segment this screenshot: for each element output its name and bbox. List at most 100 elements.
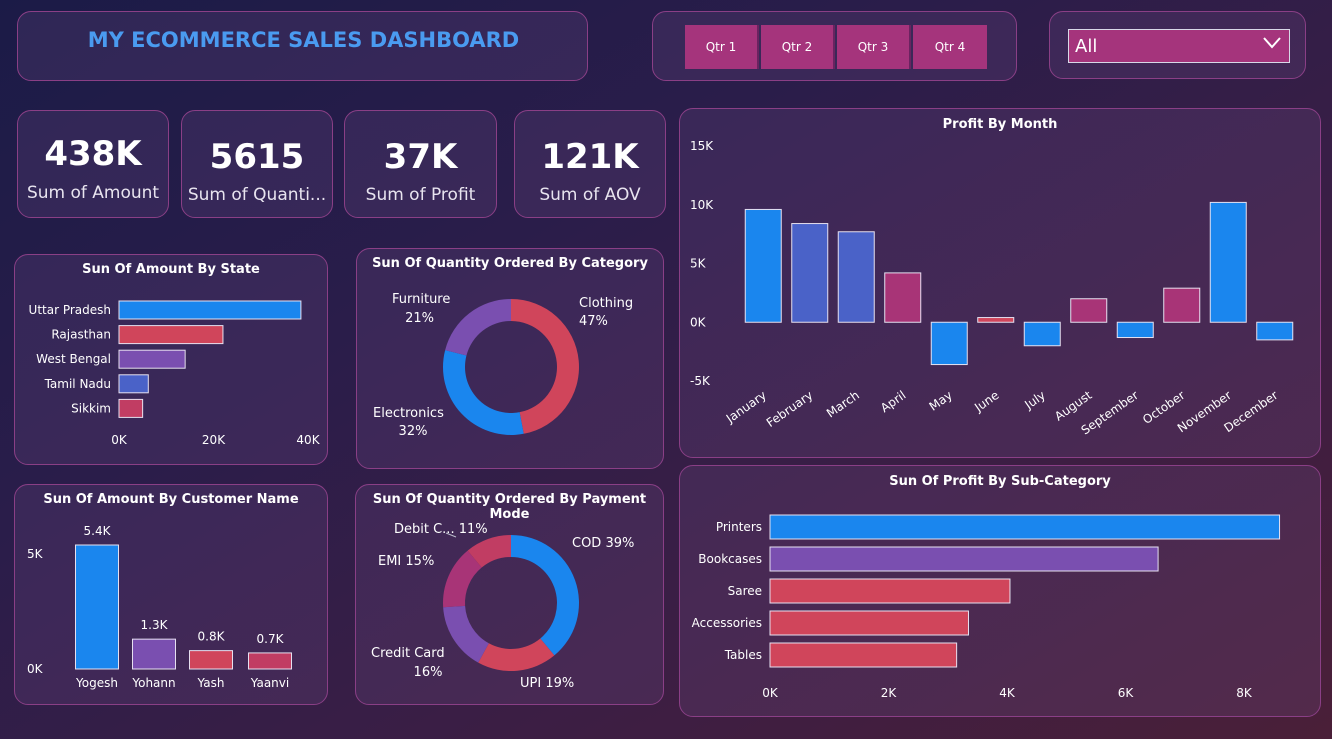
profit-by-subcategory-chart: Printers Bookcases Saree Accessories Tables 0… xyxy=(692,514,1281,700)
category-label: Printers xyxy=(716,520,762,534)
kpi-label: Sum of Profit xyxy=(365,185,476,205)
bar xyxy=(118,300,302,320)
x-tick-label: March xyxy=(824,388,862,420)
amount-by-customer-chart: 0K 5K 5.4K Yogesh 1.3K Yohann 0.8K Yash 0.7K Yaan… xyxy=(27,524,292,690)
y-tick-label: 0K xyxy=(27,662,44,676)
x-tick-label: June xyxy=(971,388,1001,415)
y-tick-label: 0K xyxy=(690,315,707,329)
y-tick-label: 15K xyxy=(690,139,714,153)
bar xyxy=(132,638,176,670)
data-label: 0.7K xyxy=(257,632,285,646)
quantity-by-category-chart: Clothing 47% Electronics 32% Furniture 21% xyxy=(373,292,633,439)
bar xyxy=(118,325,224,345)
donut-slice xyxy=(443,605,489,663)
filter-dropdown[interactable]: All xyxy=(1068,29,1290,63)
qtr2-button[interactable]: Qtr 2 xyxy=(761,25,835,69)
x-tick-label: Yogesh xyxy=(75,676,118,690)
kpi-value: 37K xyxy=(383,137,458,177)
donut-slice xyxy=(445,299,511,356)
kpi-card-profit: 37K Sum of Profit xyxy=(344,110,497,218)
amount-by-state-panel: Sun Of Amount By State Uttar Pradesh Raja… xyxy=(14,254,328,465)
category-label: Bookcases xyxy=(698,552,762,566)
x-tick-label: Yash xyxy=(197,676,225,690)
amount-by-state-chart: Uttar Pradesh Rajasthan West Bengal Tamil N… xyxy=(29,300,321,447)
slice-label: 16% xyxy=(414,665,443,680)
category-label: Sikkim xyxy=(71,401,111,415)
quantity-by-category-panel: Sun Of Quantity Ordered By Category Clot… xyxy=(356,248,664,469)
data-label: 1.3K xyxy=(141,618,169,632)
x-tick-label: 40K xyxy=(296,433,320,447)
bar xyxy=(769,546,1159,572)
donut-slice xyxy=(443,350,524,435)
kpi-card-aov: 121K Sum of AOV xyxy=(514,110,666,218)
donut-slice xyxy=(478,638,555,671)
qtr1-button[interactable]: Qtr 1 xyxy=(685,25,759,69)
bar xyxy=(930,321,968,366)
data-label: 0.8K xyxy=(198,630,226,644)
qtr3-button[interactable]: Qtr 3 xyxy=(837,25,911,69)
bar xyxy=(118,398,144,418)
x-tick-label: 4K xyxy=(999,686,1016,700)
x-tick-label: Yaanvi xyxy=(250,676,289,690)
category-label: Uttar Pradesh xyxy=(29,303,111,317)
slice-label: UPI 19% xyxy=(520,676,574,691)
bar xyxy=(791,223,829,323)
x-tick-label: April xyxy=(878,388,909,415)
bar xyxy=(189,650,233,670)
kpi-value: 5615 xyxy=(209,137,305,177)
category-label: Rajasthan xyxy=(51,328,111,342)
slice-label: Credit Card xyxy=(371,646,445,661)
slice-label: EMI 15% xyxy=(378,554,434,569)
bar xyxy=(1209,201,1247,323)
x-tick-label: February xyxy=(764,388,816,430)
bar xyxy=(837,231,875,323)
category-label: Tamil Nadu xyxy=(44,377,111,391)
title-panel: MY ECOMMERCE SALES DASHBOARD xyxy=(17,11,588,81)
x-tick-label: 20K xyxy=(202,433,226,447)
x-tick-label: May xyxy=(927,388,955,414)
y-tick-label: -5K xyxy=(690,374,711,388)
category-label: Saree xyxy=(728,584,762,598)
quantity-by-payment-panel: Sun Of Quantity Ordered By Payment Mode … xyxy=(355,484,664,705)
slice-label: COD 39% xyxy=(572,536,634,551)
kpi-label: Sum of Quanti... xyxy=(187,185,327,205)
bar xyxy=(884,272,922,323)
bar xyxy=(977,317,1015,323)
bar xyxy=(1256,321,1294,341)
qtr4-button[interactable]: Qtr 4 xyxy=(913,25,987,69)
category-label: Accessories xyxy=(692,616,762,630)
x-tick-label: 0K xyxy=(762,686,779,700)
x-tick-label: 0K xyxy=(111,433,128,447)
y-tick-label: 10K xyxy=(690,198,714,212)
bar xyxy=(769,642,958,668)
x-tick-label: 2K xyxy=(881,686,898,700)
y-tick-label: 5K xyxy=(27,547,44,561)
slice-name-label: Clothing xyxy=(579,296,633,311)
filter-dropdown-value: All xyxy=(1075,36,1098,57)
data-label: 5.4K xyxy=(84,524,112,538)
kpi-card-quantity: 5615 Sum of Quanti... xyxy=(181,110,333,218)
slice-value-label: 47% xyxy=(579,314,608,329)
kpi-value: 438K xyxy=(44,134,142,174)
x-tick-label: July xyxy=(1021,388,1048,412)
slice-value-label: 32% xyxy=(399,424,428,439)
profit-by-month-chart: -5K 0K 5K 10K 15K JanuaryFebruary March April Ma… xyxy=(690,139,1294,438)
bar xyxy=(248,652,292,670)
bar xyxy=(1116,321,1154,339)
slice-name-label: Electronics xyxy=(373,406,444,421)
bar xyxy=(118,349,186,369)
bar xyxy=(769,514,1281,540)
profit-by-subcategory-panel: Sun Of Profit By Sub-Category Printers Bo… xyxy=(679,465,1321,717)
quarter-slicer: Qtr 1 Qtr 2 Qtr 3 Qtr 4 xyxy=(652,11,1017,81)
x-tick-label: January xyxy=(723,388,769,426)
profit-by-month-panel: Profit By Month -5K 0K 5K 10K 15K January Febr… xyxy=(679,108,1321,458)
chevron-down-icon xyxy=(1263,37,1281,49)
bar xyxy=(118,374,149,394)
kpi-label: Sum of AOV xyxy=(539,185,641,205)
bar xyxy=(1023,321,1061,347)
slice-name-label: Furniture xyxy=(392,292,450,307)
bar xyxy=(769,610,969,636)
slice-value-label: 21% xyxy=(405,311,434,326)
y-tick-label: 5K xyxy=(690,257,707,271)
donut-slice xyxy=(511,299,579,434)
